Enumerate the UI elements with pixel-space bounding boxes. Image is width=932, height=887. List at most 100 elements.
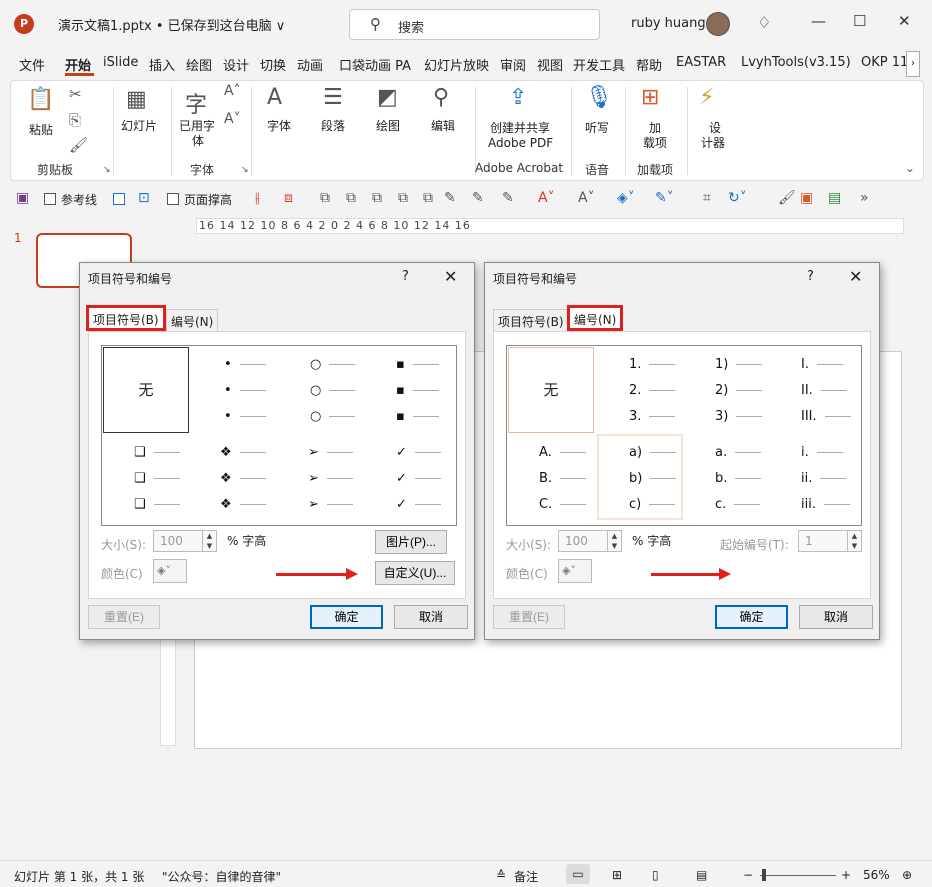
used-fonts-button[interactable]: 已用字 bbox=[179, 119, 215, 134]
zoom-slider-thumb[interactable] bbox=[762, 869, 766, 881]
tab-transitions[interactable]: 切换 bbox=[260, 55, 286, 74]
eyedropper2-icon[interactable]: ✎ bbox=[472, 190, 484, 206]
document-title[interactable]: 演示文稿1.pptx • 已保存到这台电脑 ∨ bbox=[58, 15, 285, 34]
reading-view-icon[interactable]: ▯ bbox=[652, 868, 659, 882]
tab-review[interactable]: 审阅 bbox=[500, 55, 526, 74]
slide-button[interactable]: 幻灯片 bbox=[121, 119, 157, 134]
editing-button[interactable]: 编辑 bbox=[431, 119, 455, 134]
search-input[interactable]: ⚲ 搜索 bbox=[349, 9, 600, 40]
color-picker-icon[interactable]: ◈˅ bbox=[153, 559, 187, 583]
arrange-icon[interactable]: ⧉ bbox=[372, 190, 382, 206]
slide-sorter-icon[interactable]: ⊞ bbox=[612, 868, 622, 882]
create-share-pdf-button[interactable]: 创建并共享 bbox=[490, 121, 550, 136]
bullet-option-diamond[interactable]: ❖ ❖ ❖ bbox=[220, 440, 266, 518]
avatar[interactable] bbox=[706, 12, 730, 36]
numbering-option-arabic-paren[interactable]: 1) 2) 3) bbox=[715, 352, 763, 430]
tab-animations[interactable]: 动画 bbox=[297, 55, 323, 74]
layer2-icon[interactable]: ⧉ bbox=[423, 190, 433, 206]
tab-bullets[interactable]: 项目符号(B) bbox=[86, 305, 166, 331]
bullet-option-arrow[interactable]: ➢ ➢ ➢ bbox=[308, 440, 353, 518]
close-icon[interactable]: ✕ bbox=[444, 267, 457, 286]
numbering-option-alpha-upper[interactable]: A. B. C. bbox=[539, 440, 587, 518]
tab-numbering[interactable]: 编号(N) bbox=[166, 309, 219, 331]
slideshow-icon[interactable]: ▤ bbox=[696, 868, 707, 882]
align-icon[interactable]: ⧈ bbox=[284, 190, 293, 206]
highlight-icon[interactable]: A˅ bbox=[578, 190, 595, 206]
tab-islide[interactable]: iSlide bbox=[103, 55, 138, 70]
numbering-none-option[interactable]: 无 bbox=[508, 347, 594, 433]
size-input[interactable]: 100 ▲ ▼ bbox=[153, 530, 217, 552]
ok-button[interactable]: 确定 bbox=[715, 605, 788, 629]
frame-checkbox[interactable] bbox=[113, 193, 125, 205]
chart-icon[interactable]: ▤ bbox=[828, 190, 841, 206]
spinner-icon[interactable]: ▲ ▼ bbox=[202, 531, 216, 551]
bullet-option-circle[interactable]: ○ ○ ○ bbox=[310, 352, 356, 430]
zoom-level[interactable]: 56% bbox=[863, 868, 890, 882]
numbering-option-roman-upper[interactable]: I. II. III. bbox=[801, 352, 851, 430]
normal-view-icon[interactable]: ▭ bbox=[566, 864, 590, 884]
spinner-icon[interactable]: ▲ ▼ bbox=[607, 531, 621, 551]
bullet-option-square[interactable]: ▪ ▪ ▪ bbox=[396, 352, 439, 430]
group-icon[interactable]: ⧉ bbox=[320, 190, 330, 206]
reset-button[interactable]: 重置(E) bbox=[88, 605, 160, 629]
chevron-right-icon[interactable]: › bbox=[906, 51, 920, 77]
maximize-icon[interactable]: ☐ bbox=[853, 12, 866, 30]
numbering-option-arabic-dot[interactable]: 1. 2. 3. bbox=[629, 352, 676, 430]
textbox-icon[interactable]: ⊡ bbox=[138, 190, 150, 206]
add-ins-button[interactable]: 加 bbox=[649, 121, 661, 136]
tab-insert[interactable]: 插入 bbox=[149, 55, 175, 74]
zoom-slider[interactable] bbox=[760, 875, 836, 876]
cancel-button[interactable]: 取消 bbox=[394, 605, 468, 629]
crop-icon[interactable]: ⌗ bbox=[703, 190, 711, 206]
tab-eastar[interactable]: EASTAR bbox=[676, 55, 726, 70]
page-height-checkbox[interactable] bbox=[167, 193, 179, 205]
format-painter-icon[interactable]: 🖌 bbox=[69, 136, 88, 154]
zoom-in-icon[interactable]: + bbox=[841, 868, 851, 882]
tab-lvyhtools[interactable]: LvyhTools(v3.15) bbox=[741, 55, 851, 70]
tab-pocket-animation[interactable]: 口袋动画 PA bbox=[339, 55, 411, 74]
tab-draw[interactable]: 绘图 bbox=[186, 55, 212, 74]
layer-icon[interactable]: ⧉ bbox=[398, 190, 408, 206]
tab-file[interactable]: 文件 bbox=[19, 55, 45, 74]
help-icon[interactable]: ? bbox=[402, 269, 409, 284]
diamond-icon[interactable]: ♢ bbox=[757, 13, 771, 32]
bullet-option-check[interactable]: ✓ ✓ ✓ bbox=[396, 440, 441, 518]
user-name[interactable]: ruby huang bbox=[631, 16, 706, 31]
rotate-icon[interactable]: ↻˅ bbox=[728, 190, 747, 206]
tab-bullets[interactable]: 项目符号(B) bbox=[493, 309, 569, 331]
tab-okp[interactable]: OKP 11 bbox=[861, 55, 908, 70]
close-icon[interactable]: ✕ bbox=[849, 267, 862, 286]
eyedropper-icon[interactable]: ✎ bbox=[444, 190, 456, 206]
guides-checkbox[interactable] bbox=[44, 193, 56, 205]
tab-numbering[interactable]: 编号(N) bbox=[567, 305, 624, 331]
fill-color-icon[interactable]: ◈˅ bbox=[617, 190, 635, 206]
notes-icon[interactable]: ≙ bbox=[496, 868, 506, 882]
dictate-button[interactable]: 听写 bbox=[585, 121, 609, 136]
tab-slideshow[interactable]: 幻灯片放映 bbox=[424, 55, 489, 74]
help-icon[interactable]: ? bbox=[807, 269, 814, 284]
dialog-launcher-icon[interactable]: ↘ bbox=[103, 165, 111, 175]
image-icon[interactable]: ▣ bbox=[800, 190, 813, 206]
spinner-icon[interactable]: ▲ ▼ bbox=[847, 531, 861, 551]
bullet-option-hollow-square[interactable]: ❑ ❑ ❑ bbox=[134, 440, 180, 518]
minimize-icon[interactable]: — bbox=[811, 12, 826, 30]
reset-button[interactable]: 重置(E) bbox=[493, 605, 565, 629]
numbering-option-roman-lower[interactable]: i. ii. iii. bbox=[801, 440, 850, 518]
customize-button[interactable]: 自定义(U)... bbox=[375, 561, 455, 585]
numbering-option-alpha-lower-dot[interactable]: a. b. c. bbox=[715, 440, 762, 518]
font-color-icon[interactable]: A˅ bbox=[538, 190, 555, 206]
tab-design[interactable]: 设计 bbox=[223, 55, 249, 74]
close-icon[interactable]: ✕ bbox=[898, 12, 911, 30]
color-picker-icon[interactable]: ◈˅ bbox=[558, 559, 592, 583]
format-painter-icon[interactable]: 🖌 bbox=[778, 190, 796, 206]
line-color-icon[interactable]: ✎˅ bbox=[655, 190, 674, 206]
start-at-input[interactable]: 1 ▲ ▼ bbox=[798, 530, 862, 552]
shrink-font-icon[interactable]: A˅ bbox=[224, 111, 241, 127]
tab-help[interactable]: 帮助 bbox=[636, 55, 662, 74]
numbering-option-alpha-lower-paren[interactable]: a) b) c) bbox=[597, 434, 683, 520]
grow-font-icon[interactable]: A˄ bbox=[224, 83, 241, 99]
save-icon[interactable]: ▣ bbox=[16, 190, 29, 206]
distribute-icon[interactable]: ⫲ bbox=[255, 190, 260, 206]
designer-button[interactable]: 设 bbox=[709, 121, 721, 136]
cancel-button[interactable]: 取消 bbox=[799, 605, 873, 629]
